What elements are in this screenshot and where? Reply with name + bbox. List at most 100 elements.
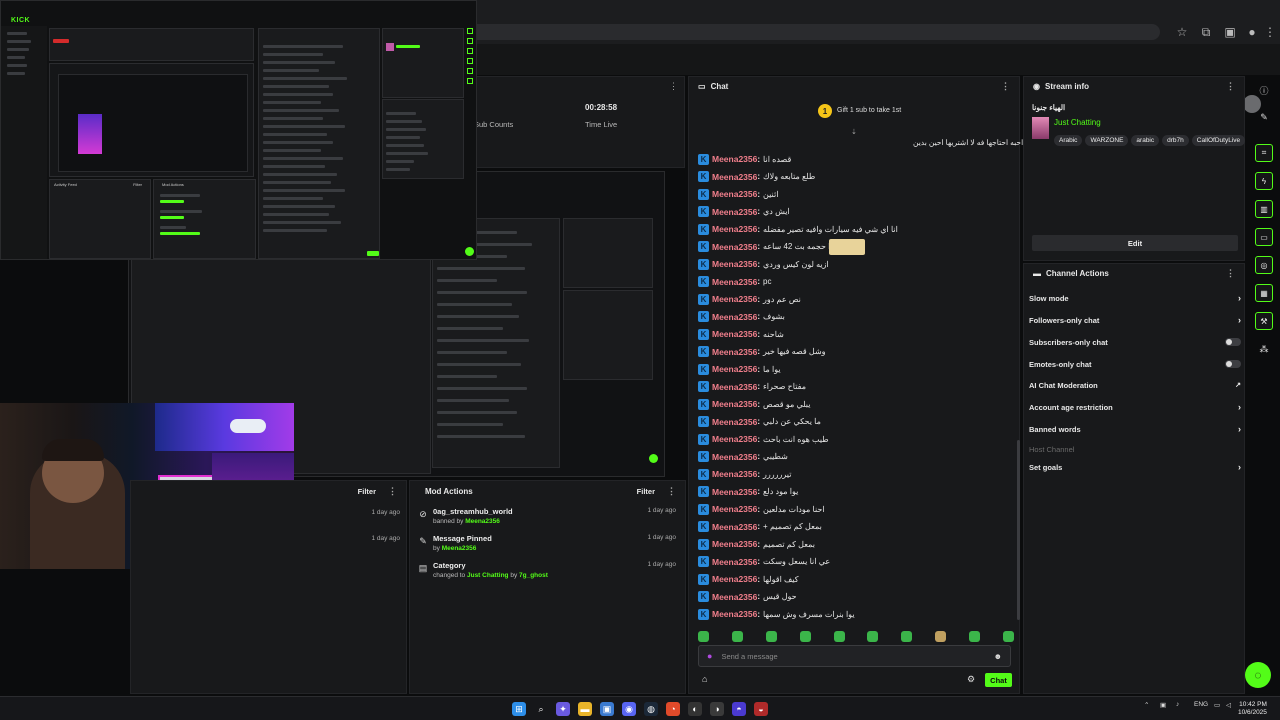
chat-message[interactable]: K Meena2356: شطيبي [698, 449, 788, 465]
chat-message[interactable]: K Meena2356: طلع متابعه ولاك [698, 169, 815, 185]
tray-mic-icon[interactable]: ♪ [1176, 701, 1179, 708]
sidebar-icon[interactable]: ▣ [1222, 24, 1238, 40]
emote-icon[interactable] [731, 631, 743, 642]
gift-sub-prompt[interactable]: Gift 1 sub to take 1st [837, 107, 901, 114]
browser-active-icon[interactable]: ◑ [710, 702, 724, 716]
stream-info-menu-icon[interactable]: ⋮ [1226, 81, 1235, 92]
chat-message[interactable]: K Meena2356: شاحنه [698, 326, 784, 342]
app-icon[interactable]: ◓ [732, 702, 746, 716]
chat-username[interactable]: Meena2356 [712, 154, 757, 164]
toggle-switch[interactable] [1225, 360, 1241, 368]
tray-app-icon[interactable]: ▣ [1160, 701, 1166, 709]
extensions-icon[interactable]: ⧉ [1198, 24, 1214, 40]
obs-icon[interactable]: ◐ [688, 702, 702, 716]
chat-username[interactable]: Meena2356 [712, 592, 757, 602]
rail-wrench-icon[interactable]: ⚒ [1255, 312, 1273, 330]
app-icon[interactable]: ▣ [600, 702, 614, 716]
chat-username[interactable]: Meena2356 [712, 557, 757, 567]
channel-action-row[interactable]: Subscribers-only chat [1029, 335, 1241, 349]
edit-stream-info-button[interactable]: Edit [1032, 235, 1238, 251]
chat-username[interactable]: Meena2356 [712, 312, 757, 322]
chat-message[interactable]: K Meena2356: يوا بنرات مسرف وش سمها [698, 606, 855, 622]
language-indicator[interactable]: ENG [1194, 701, 1208, 708]
chat-username[interactable]: Meena2356 [712, 382, 757, 392]
chat-message[interactable]: K Meena2356: يوا حجمه بت 42 ساعه [698, 239, 837, 255]
pencil-icon[interactable]: ✎ [1255, 108, 1273, 126]
chat-username[interactable]: Meena2356 [712, 172, 757, 182]
send-chat-button[interactable]: Chat [985, 673, 1012, 687]
chat-message[interactable]: K Meena2356: حول قيس [698, 589, 797, 605]
toggle-switch[interactable] [1225, 338, 1241, 346]
rail-bolt-icon[interactable]: ϟ [1255, 172, 1273, 190]
category-name[interactable]: Just Chatting [1054, 118, 1101, 127]
chat-message[interactable]: K Meena2356: انا اي شي فيه سيارات وافيه تص… [698, 221, 898, 237]
rail-layout-icon[interactable]: ▦ [1255, 284, 1273, 302]
channel-action-row[interactable]: Emotes-only chat [1029, 357, 1241, 371]
channel-actions-menu-icon[interactable]: ⋮ [1226, 268, 1235, 279]
chat-message[interactable]: K Meena2356: مفتاح صحراء [698, 379, 806, 395]
chat-message[interactable]: K Meena2356: طيب هوه انت باحث [698, 431, 829, 447]
volume-icon[interactable]: ◁ [1226, 701, 1231, 709]
chat-username[interactable]: Meena2356 [712, 504, 757, 514]
chat-message[interactable]: K Meena2356: وشل قصه فيها خير [698, 344, 826, 360]
chat-message[interactable]: K Meena2356: بشوف [698, 309, 785, 325]
chat-username[interactable]: Meena2356 [712, 469, 757, 479]
chat-username[interactable]: Meena2356 [712, 364, 757, 374]
explorer-icon[interactable]: ▬ [578, 702, 592, 716]
gift-icon[interactable]: 1 [818, 104, 832, 118]
channel-action-row[interactable]: Banned words › [1029, 422, 1241, 436]
network-icon[interactable]: ▭ [1214, 701, 1220, 709]
chat-username[interactable]: Meena2356 [712, 539, 757, 549]
chat-username[interactable]: Meena2356 [712, 609, 757, 619]
chat-message[interactable]: K Meena2356: نص عم دور [698, 291, 801, 307]
chat-username[interactable]: Meena2356 [712, 487, 757, 497]
clock[interactable]: 10:42 PM 10/6/2025 [1238, 701, 1267, 717]
chat-username[interactable]: Meena2356 [712, 259, 757, 269]
rail-clipboard-icon[interactable]: ▥ [1255, 200, 1273, 218]
chat-message[interactable]: K Meena2356: يبلي مو قصص [698, 396, 810, 412]
chat-username[interactable]: Meena2356 [712, 452, 757, 462]
mod-action-row[interactable]: ▤ Category changed to Just Chatting by 7… [418, 561, 682, 587]
chat-menu-icon[interactable]: ⋮ [1001, 81, 1010, 92]
mod-actions-menu-icon[interactable]: ⋮ [667, 486, 676, 497]
steam-icon[interactable]: ◍ [644, 702, 658, 716]
chat-message[interactable]: K Meena2356: اثنين [698, 186, 778, 202]
search-icon[interactable]: ⌕ [534, 702, 548, 716]
chat-message[interactable]: K Meena2356: احنا مودات مدلعين [698, 501, 825, 517]
chat-username[interactable]: Meena2356 [712, 417, 757, 427]
emote-icon[interactable] [799, 631, 811, 642]
chat-message[interactable]: K Meena2356: كيف اقولها [698, 571, 799, 587]
activity-filter-button[interactable]: Filter [358, 487, 376, 496]
emote-icon[interactable] [1002, 631, 1014, 642]
address-bar[interactable] [440, 24, 1160, 40]
chat-username[interactable]: Meena2356 [712, 294, 757, 304]
chat-scrollbar[interactable] [1017, 440, 1020, 620]
star-icon[interactable]: ☆ [1174, 24, 1190, 40]
chat-message[interactable]: K Meena2356: ازيه لون كيس وردي [698, 256, 829, 272]
chat-input[interactable] [721, 651, 994, 661]
mod-action-row[interactable]: ⊘ 0ag_streamhub_world banned by Meena235… [418, 507, 682, 533]
chat-username[interactable]: Meena2356 [712, 347, 757, 357]
copilot-icon[interactable]: ✦ [556, 702, 570, 716]
chat-message[interactable]: K Meena2356: ايش دي [698, 204, 790, 220]
emote-icon[interactable] [698, 631, 709, 642]
chat-message[interactable]: K Meena2356: + بمعل كم تصميم [698, 519, 822, 535]
chat-input-box[interactable]: ● ☻ [698, 645, 1011, 667]
chat-username[interactable]: Meena2356 [712, 189, 757, 199]
chat-message[interactable]: K Meena2356: يوا ما [698, 361, 781, 377]
info-icon[interactable]: ⓘ [1255, 81, 1273, 99]
start-icon[interactable]: ⊞ [512, 702, 526, 716]
discord-icon[interactable]: ◉ [622, 702, 636, 716]
support-chat-button[interactable]: ◌ [1245, 662, 1271, 688]
mod-action-row[interactable]: ✎ Message Pinned by Meena2356 1 day ago [418, 534, 682, 560]
channel-action-row[interactable]: Set goals › [1029, 460, 1241, 474]
emote-icon[interactable] [833, 631, 845, 642]
rail-scan-icon[interactable]: ⌗ [1255, 144, 1273, 162]
emote-icon[interactable] [867, 631, 879, 642]
rail-broadcast-icon[interactable]: ◎ [1255, 256, 1273, 274]
channel-action-row[interactable]: Followers-only chat › [1029, 313, 1241, 327]
gear-icon[interactable]: ⚙ [967, 674, 975, 685]
chat-username[interactable]: Meena2356 [712, 522, 757, 532]
activity-menu-icon[interactable]: ⋮ [388, 486, 397, 497]
tray-chevron-icon[interactable]: ⌃ [1144, 701, 1149, 709]
